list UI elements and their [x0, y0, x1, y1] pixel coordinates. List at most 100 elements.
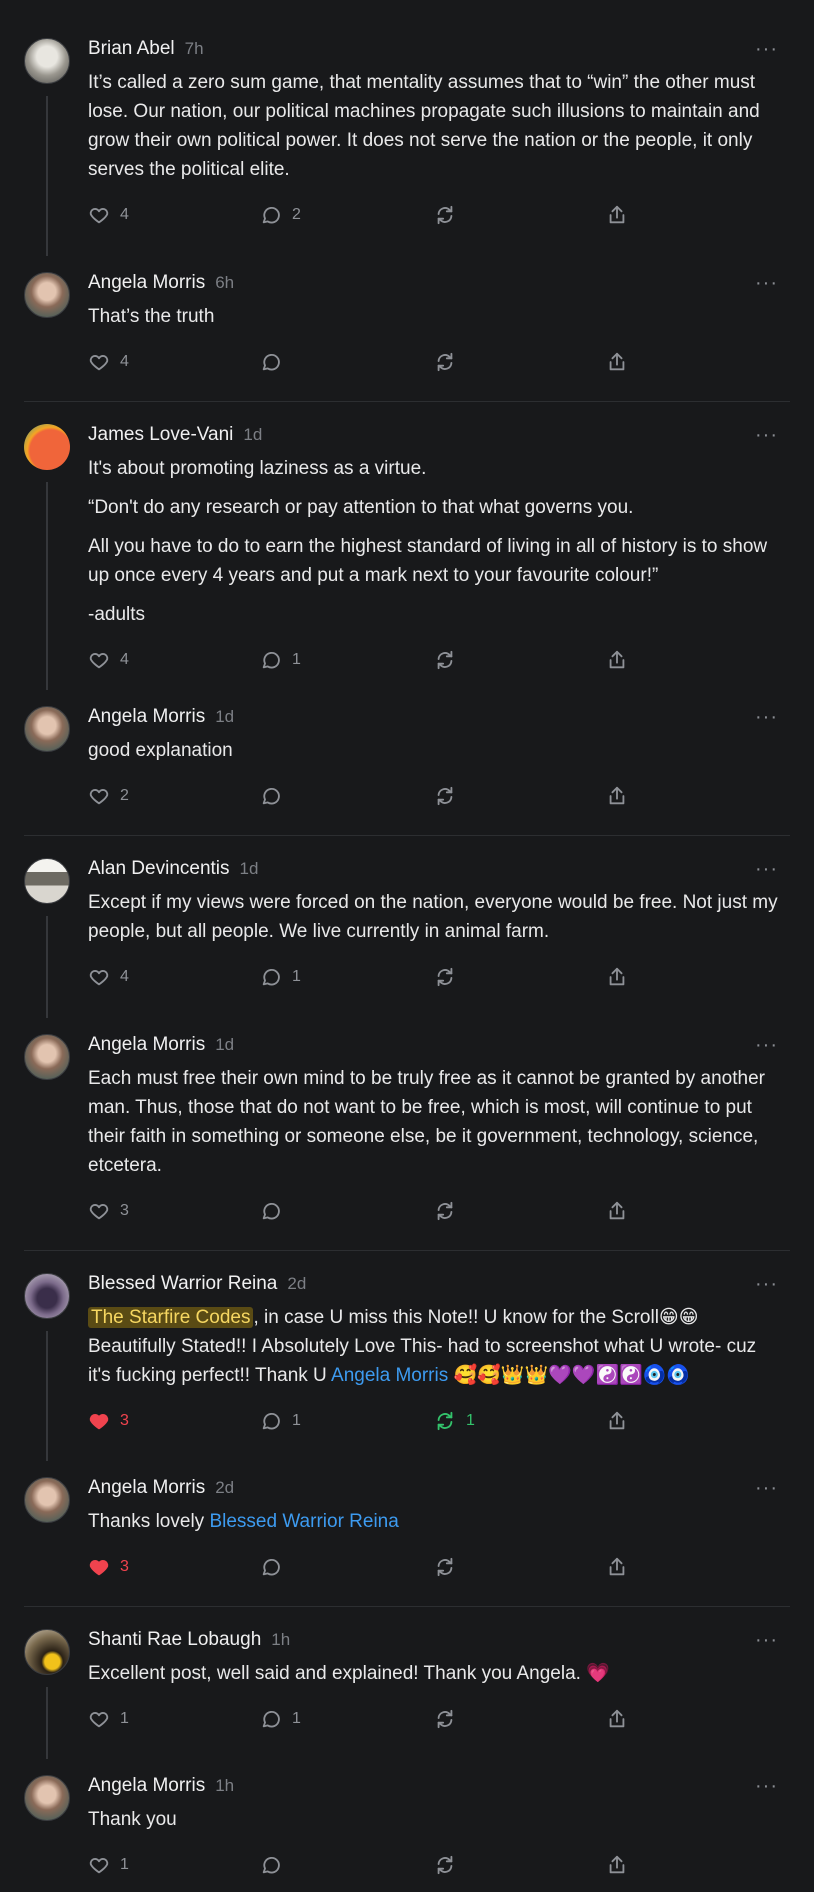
- share-icon: [609, 1557, 625, 1576]
- more-options-icon[interactable]: ···: [755, 1775, 778, 1798]
- like-button[interactable]: 4: [88, 966, 260, 988]
- like-count: 2: [120, 787, 129, 804]
- timestamp[interactable]: 2d: [215, 1478, 234, 1498]
- reply-button[interactable]: 1: [260, 649, 434, 671]
- timestamp[interactable]: 1d: [215, 707, 234, 727]
- restack-icon: [437, 352, 453, 372]
- reply-button[interactable]: 1: [260, 1708, 434, 1730]
- timestamp[interactable]: 1d: [215, 1035, 234, 1055]
- share-icon: [609, 1855, 625, 1874]
- reply-button[interactable]: [260, 1556, 434, 1578]
- restack-button[interactable]: [434, 785, 606, 807]
- like-button[interactable]: 4: [88, 204, 260, 226]
- restack-button[interactable]: [434, 1200, 606, 1222]
- share-button[interactable]: [606, 785, 646, 807]
- like-button[interactable]: 3: [88, 1556, 260, 1578]
- comment-actions: 3: [88, 1552, 778, 1582]
- reply-button[interactable]: [260, 785, 434, 807]
- comment-text: Thanks lovely Blessed Warrior Reina: [88, 1511, 399, 1532]
- reply-button[interactable]: [260, 1854, 434, 1876]
- like-button[interactable]: 1: [88, 1708, 260, 1730]
- comment-actions: 4: [88, 347, 778, 377]
- avatar[interactable]: [24, 1477, 70, 1523]
- more-options-icon[interactable]: ···: [755, 706, 778, 729]
- restack-button[interactable]: [434, 1854, 606, 1876]
- restack-button[interactable]: [434, 351, 606, 373]
- more-options-icon[interactable]: ···: [755, 1273, 778, 1296]
- author-name[interactable]: Angela Morris: [88, 706, 205, 728]
- more-options-icon[interactable]: ···: [755, 1034, 778, 1057]
- restack-button[interactable]: [434, 204, 606, 226]
- avatar[interactable]: [24, 1273, 70, 1319]
- share-button[interactable]: [606, 1556, 646, 1578]
- author-name[interactable]: James Love-Vani: [88, 424, 233, 446]
- timestamp[interactable]: 6h: [215, 273, 234, 293]
- user-mention[interactable]: Angela Morris: [331, 1365, 448, 1386]
- avatar[interactable]: [24, 272, 70, 318]
- comment: Brian Abel 7h ··· It’s called a zero sum…: [24, 38, 790, 256]
- restack-button[interactable]: [434, 1708, 606, 1730]
- more-options-icon[interactable]: ···: [755, 38, 778, 61]
- reply-button[interactable]: [260, 351, 434, 373]
- avatar[interactable]: [24, 1775, 70, 1821]
- like-button[interactable]: 3: [88, 1200, 260, 1222]
- comment: Alan Devincentis 1d ··· Except if my vie…: [24, 858, 790, 1018]
- reply-button[interactable]: [260, 1200, 434, 1222]
- share-button[interactable]: [606, 1410, 646, 1432]
- restack-button[interactable]: [434, 1556, 606, 1578]
- author-name[interactable]: Angela Morris: [88, 1034, 205, 1056]
- comment: Angela Morris 1d ··· good explanation 2: [24, 706, 790, 811]
- share-button[interactable]: [606, 351, 646, 373]
- avatar[interactable]: [24, 38, 70, 84]
- highlighted-link[interactable]: The Starfire Codes: [88, 1307, 254, 1328]
- avatar[interactable]: [24, 858, 70, 904]
- avatar[interactable]: [24, 706, 70, 752]
- restack-button[interactable]: 1: [434, 1410, 606, 1432]
- share-button[interactable]: [606, 966, 646, 988]
- reply-button[interactable]: 2: [260, 204, 434, 226]
- reply-button[interactable]: 1: [260, 966, 434, 988]
- restack-button[interactable]: [434, 649, 606, 671]
- like-button[interactable]: 2: [88, 785, 260, 807]
- timestamp[interactable]: 2d: [287, 1274, 306, 1294]
- restack-button[interactable]: [434, 966, 606, 988]
- heart-icon: [89, 1560, 109, 1576]
- share-button[interactable]: [606, 1854, 646, 1876]
- share-icon: [609, 786, 625, 805]
- timestamp[interactable]: 1d: [240, 859, 259, 879]
- more-options-icon[interactable]: ···: [755, 1477, 778, 1500]
- timestamp[interactable]: 1d: [243, 425, 262, 445]
- like-button[interactable]: 3: [88, 1410, 260, 1432]
- share-button[interactable]: [606, 1708, 646, 1730]
- author-name[interactable]: Angela Morris: [88, 1477, 205, 1499]
- author-name[interactable]: Blessed Warrior Reina: [88, 1273, 277, 1295]
- avatar[interactable]: [24, 424, 70, 470]
- author-name[interactable]: Angela Morris: [88, 1775, 205, 1797]
- like-button[interactable]: 1: [88, 1854, 260, 1876]
- comment-thread: James Love-Vani 1d ··· It's about promot…: [24, 402, 790, 836]
- like-button[interactable]: 4: [88, 649, 260, 671]
- timestamp[interactable]: 1h: [215, 1776, 234, 1796]
- avatar[interactable]: [24, 1629, 70, 1675]
- share-button[interactable]: [606, 204, 646, 226]
- reply-button[interactable]: 1: [260, 1410, 434, 1432]
- thread-line: [46, 916, 48, 1018]
- more-options-icon[interactable]: ···: [755, 858, 778, 881]
- comment-text: Each must free their own mind to be trul…: [88, 1068, 765, 1176]
- share-button[interactable]: [606, 1200, 646, 1222]
- more-options-icon[interactable]: ···: [755, 424, 778, 447]
- author-name[interactable]: Angela Morris: [88, 272, 205, 294]
- avatar[interactable]: [24, 1034, 70, 1080]
- author-name[interactable]: Brian Abel: [88, 38, 175, 60]
- comment-bubble-icon: [262, 1710, 280, 1728]
- more-options-icon[interactable]: ···: [755, 272, 778, 295]
- author-name[interactable]: Alan Devincentis: [88, 858, 230, 880]
- share-button[interactable]: [606, 649, 646, 671]
- author-name[interactable]: Shanti Rae Lobaugh: [88, 1629, 261, 1651]
- more-options-icon[interactable]: ···: [755, 1629, 778, 1652]
- like-button[interactable]: 4: [88, 351, 260, 373]
- heart-icon: [89, 1858, 109, 1874]
- timestamp[interactable]: 7h: [185, 39, 204, 59]
- timestamp[interactable]: 1h: [271, 1630, 290, 1650]
- user-mention[interactable]: Blessed Warrior Reina: [209, 1511, 398, 1532]
